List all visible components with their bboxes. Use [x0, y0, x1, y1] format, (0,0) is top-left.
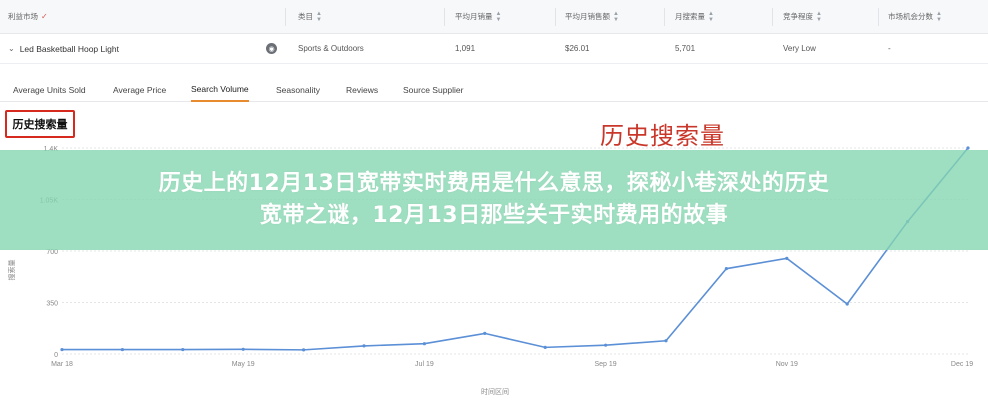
sort-icon: ▲ ▼ — [316, 10, 322, 23]
sort-icon: ▲ ▼ — [936, 10, 942, 23]
check-icon: ✓ — [41, 12, 48, 21]
data-point — [60, 347, 64, 352]
data-point — [664, 339, 668, 343]
header-opportunity[interactable]: 市场机会分数 ▲ ▼ — [888, 0, 942, 33]
data-point — [845, 302, 849, 306]
data-point — [120, 347, 124, 352]
data-point — [785, 256, 789, 260]
column-divider — [444, 8, 445, 26]
tab-reviews[interactable]: Reviews — [346, 78, 378, 102]
header-market[interactable]: 利益市场 ✓ — [8, 0, 48, 33]
x-tick-label: Dec 19 — [951, 361, 973, 368]
column-divider — [664, 8, 665, 26]
header-category[interactable]: 类目 ▲ ▼ — [298, 0, 322, 33]
tab-average-price[interactable]: Average Price — [113, 78, 166, 102]
sort-icon: ▲ ▼ — [816, 10, 822, 23]
sort-icon: ▲ ▼ — [613, 10, 619, 23]
chart-tabs: Average Units Sold Average Price Search … — [0, 78, 988, 102]
data-point — [241, 347, 245, 351]
sort-icon: ▲ ▼ — [495, 10, 502, 23]
opportunity-cell: - — [888, 44, 891, 53]
x-tick-label: Mar 18 — [51, 361, 73, 368]
avg-revenue-cell: $26.01 — [565, 44, 590, 53]
data-point — [483, 331, 487, 335]
header-competition[interactable]: 竞争程度 ▲ ▼ — [783, 0, 822, 33]
data-point — [724, 267, 729, 271]
tab-average-units-sold[interactable]: Average Units Sold — [13, 78, 86, 102]
tab-seasonality[interactable]: Seasonality — [276, 78, 320, 102]
data-point — [302, 348, 306, 352]
x-tick-label: Jul 19 — [415, 361, 434, 368]
x-tick-label: Nov 19 — [776, 361, 798, 368]
info-icon[interactable]: ◉ — [266, 43, 277, 54]
y-axis-label: 搜索量 — [7, 260, 16, 281]
tab-source-supplier[interactable]: Source Supplier — [403, 78, 463, 102]
data-point — [543, 345, 547, 349]
column-divider — [285, 8, 286, 26]
data-point — [362, 344, 366, 348]
monthly-search-cell: 5,701 — [675, 44, 696, 53]
x-tick-label: Sep 19 — [595, 361, 617, 368]
y-tick-label: 350 — [46, 301, 58, 308]
column-divider — [555, 8, 556, 26]
avg-sales-cell: 1,091 — [455, 44, 476, 53]
data-point — [422, 342, 426, 346]
chevron-down-icon[interactable]: ⌄ — [8, 44, 15, 53]
product-cell[interactable]: ⌄ Led Basketball Hoop Light — [8, 34, 119, 63]
data-point — [181, 347, 185, 352]
x-tick-label: May 19 — [232, 361, 255, 368]
header-avg-revenue[interactable]: 平均月销售额 ▲ ▼ — [565, 0, 619, 33]
headline-line-1: 历史上的12月13日宽带实时费用是什么意思，探秘小巷深处的历史 — [158, 171, 830, 196]
x-axis-label: 时间区间 — [481, 387, 509, 396]
table-header: 利益市场 ✓ 类目 ▲ ▼ 平均月销量 ▲ ▼ 平均月销售额 ▲ ▼ 月搜索量 ▲ ▼ 竞争程度 ▲… — [0, 0, 988, 34]
competition-cell: Very Low — [783, 44, 816, 53]
table-row[interactable]: ⌄ Led Basketball Hoop Light ◉ Sports & O… — [0, 34, 988, 64]
sort-icon: ▲ ▼ — [708, 10, 714, 23]
headline-line-2: 宽带之谜，12月13日那些关于实时费用的故事 — [259, 203, 729, 228]
header-avg-sales[interactable]: 平均月销量 ▲ ▼ — [455, 0, 501, 33]
data-point — [604, 343, 608, 347]
column-divider — [878, 8, 879, 26]
header-monthly-search[interactable]: 月搜索量 ▲ ▼ — [675, 0, 714, 33]
product-info-cell[interactable]: ◉ — [266, 34, 277, 63]
y-tick-label: 0 — [54, 352, 58, 359]
chart-label-box: 历史搜索量 — [5, 110, 75, 138]
headline-banner: 历史上的12月13日宽带实时费用是什么意思，探秘小巷深处的历史 宽带之谜，12月… — [0, 150, 988, 250]
category-cell: Sports & Outdoors — [298, 44, 364, 53]
tab-search-volume[interactable]: Search Volume — [191, 78, 249, 102]
column-divider — [772, 8, 773, 26]
y-tick-label: 700 — [46, 249, 58, 256]
